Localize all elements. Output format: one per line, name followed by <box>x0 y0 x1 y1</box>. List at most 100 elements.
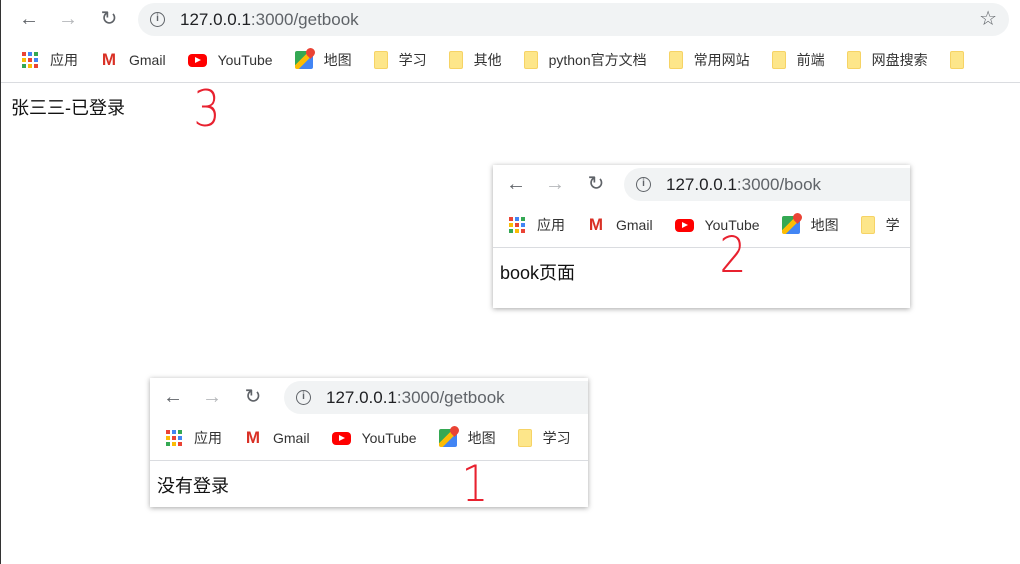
maps-icon <box>294 51 313 69</box>
bookmark-label: 地图 <box>323 52 352 68</box>
url-host: 127.0.0.1 <box>666 175 737 194</box>
page-content: book页面 <box>500 263 576 283</box>
folder-icon <box>517 429 532 447</box>
reload-icon[interactable]: ↻ <box>242 386 264 408</box>
toolbar: ← → ↻ i 127.0.0.1:3000/book <box>493 165 910 203</box>
bookmark-item[interactable]: python官方文档 <box>523 50 647 70</box>
bookmark-label: 应用 <box>50 52 78 68</box>
divider <box>493 247 910 248</box>
bookmark-label: 前端 <box>796 52 825 68</box>
folder-icon <box>373 51 388 69</box>
bookmark-label: 网盘搜索 <box>871 52 928 68</box>
info-icon[interactable]: i <box>636 177 651 192</box>
bookmark-item[interactable]: 常用网站 <box>668 50 750 70</box>
annotation-3: 3 <box>193 80 221 138</box>
bookmark-label: 地图 <box>467 430 496 446</box>
inset-browser-getbook: ← → ↻ i 127.0.0.1:3000/getbook 应用 M Gmail Y… <box>150 378 588 507</box>
address-bar[interactable]: i 127.0.0.1:3000/getbook ☆ <box>138 3 1009 36</box>
bookmark-item[interactable]: 学 <box>860 215 900 235</box>
bookmarks-bar: 应用 M Gmail YouTube 地图 学 <box>493 210 910 240</box>
apps-icon <box>165 429 183 447</box>
reload-icon[interactable]: ↻ <box>585 173 607 195</box>
bookmark-item[interactable] <box>949 51 975 69</box>
bookmark-item[interactable]: M Gmail <box>100 51 166 69</box>
maps-icon <box>781 216 800 234</box>
toolbar: ← → ↻ i 127.0.0.1:3000/getbook ☆ <box>1 0 1020 38</box>
url-path: :3000/book <box>736 175 822 194</box>
back-icon[interactable]: ← <box>505 173 527 195</box>
bookmark-item[interactable]: 应用 <box>165 428 222 448</box>
bookmark-item[interactable]: 地图 <box>294 50 352 70</box>
gmail-icon: M <box>588 215 604 234</box>
bookmark-item[interactable]: 学习 <box>517 428 571 448</box>
bookmark-label: 地图 <box>810 217 839 233</box>
bookmark-item[interactable]: 前端 <box>771 50 825 70</box>
bookmark-item[interactable]: 学习 <box>373 50 427 70</box>
bookmark-item[interactable]: 应用 <box>508 215 565 235</box>
url-host: 127.0.0.1 <box>180 10 251 29</box>
bookmark-item[interactable]: 地图 <box>438 428 496 448</box>
address-bar[interactable]: i 127.0.0.1:3000/book <box>624 168 910 201</box>
star-icon[interactable]: ☆ <box>979 3 997 36</box>
toolbar: ← → ↻ i 127.0.0.1:3000/getbook <box>150 378 588 416</box>
bookmarks-bar: 应用 M Gmail YouTube 地图 学习 其他 python官方文档 常用网站 前端 网盘搜… <box>1 45 997 75</box>
bookmark-label: 学 <box>885 217 900 233</box>
forward-icon[interactable]: → <box>201 386 223 408</box>
folder-icon <box>860 216 875 234</box>
folder-icon <box>846 51 861 69</box>
address-bar[interactable]: i 127.0.0.1:3000/getbook <box>284 381 588 414</box>
apps-icon <box>21 51 39 69</box>
youtube-icon <box>331 431 351 445</box>
bookmark-label: Gmail <box>273 430 310 446</box>
folder-icon <box>668 51 683 69</box>
url-host: 127.0.0.1 <box>326 388 397 407</box>
bookmark-item[interactable]: 地图 <box>781 215 839 235</box>
bookmark-item[interactable]: M Gmail <box>244 429 310 447</box>
gmail-icon: M <box>245 428 261 447</box>
bookmark-label: 常用网站 <box>693 52 750 68</box>
forward-icon[interactable]: → <box>544 173 566 195</box>
info-icon[interactable]: i <box>296 390 311 405</box>
bookmark-item[interactable]: YouTube <box>674 217 760 233</box>
maps-icon <box>438 429 457 447</box>
bookmark-item[interactable]: 应用 <box>21 50 78 70</box>
bookmark-label: 应用 <box>537 217 565 233</box>
bookmark-label: 其他 <box>473 52 502 68</box>
bookmark-label: YouTube <box>217 52 273 68</box>
folder-icon <box>771 51 786 69</box>
page-content: 没有登录 <box>157 476 229 496</box>
bookmark-label: python官方文档 <box>548 52 647 68</box>
folder-icon <box>949 51 964 69</box>
reload-icon[interactable]: ↻ <box>98 8 120 30</box>
bookmark-label: Gmail <box>129 52 166 68</box>
bookmark-label: Gmail <box>616 217 653 233</box>
apps-icon <box>508 216 526 234</box>
bookmark-label: YouTube <box>361 430 417 446</box>
annotation-1: 1 <box>461 455 489 513</box>
gmail-icon: M <box>101 50 117 69</box>
bookmark-label: 学习 <box>398 52 427 68</box>
bookmark-item[interactable]: YouTube <box>187 52 273 68</box>
bookmark-item[interactable]: 其他 <box>448 50 502 70</box>
divider <box>1 82 1020 83</box>
page-content: 张三三-已登录 <box>11 98 125 118</box>
inset-browser-book: ← → ↻ i 127.0.0.1:3000/book 应用 M Gmail YouT… <box>493 165 910 308</box>
folder-icon <box>448 51 463 69</box>
url-path: :3000/getbook <box>396 388 505 407</box>
back-icon[interactable]: ← <box>162 386 184 408</box>
bookmark-item[interactable]: YouTube <box>331 430 417 446</box>
back-icon[interactable]: ← <box>18 8 40 30</box>
bookmark-item[interactable]: 网盘搜索 <box>846 50 928 70</box>
info-icon[interactable]: i <box>150 12 165 27</box>
bookmarks-bar: 应用 M Gmail YouTube 地图 学习 <box>150 423 588 453</box>
annotation-2: 2 <box>719 226 747 284</box>
bookmark-label: 应用 <box>194 430 222 446</box>
forward-icon[interactable]: → <box>57 8 79 30</box>
url-path: :3000/getbook <box>250 10 359 29</box>
bookmark-item[interactable]: M Gmail <box>587 216 653 234</box>
bookmark-label: 学习 <box>542 430 571 446</box>
divider <box>150 460 588 461</box>
youtube-icon <box>674 218 694 232</box>
folder-icon <box>523 51 538 69</box>
youtube-icon <box>187 53 207 67</box>
